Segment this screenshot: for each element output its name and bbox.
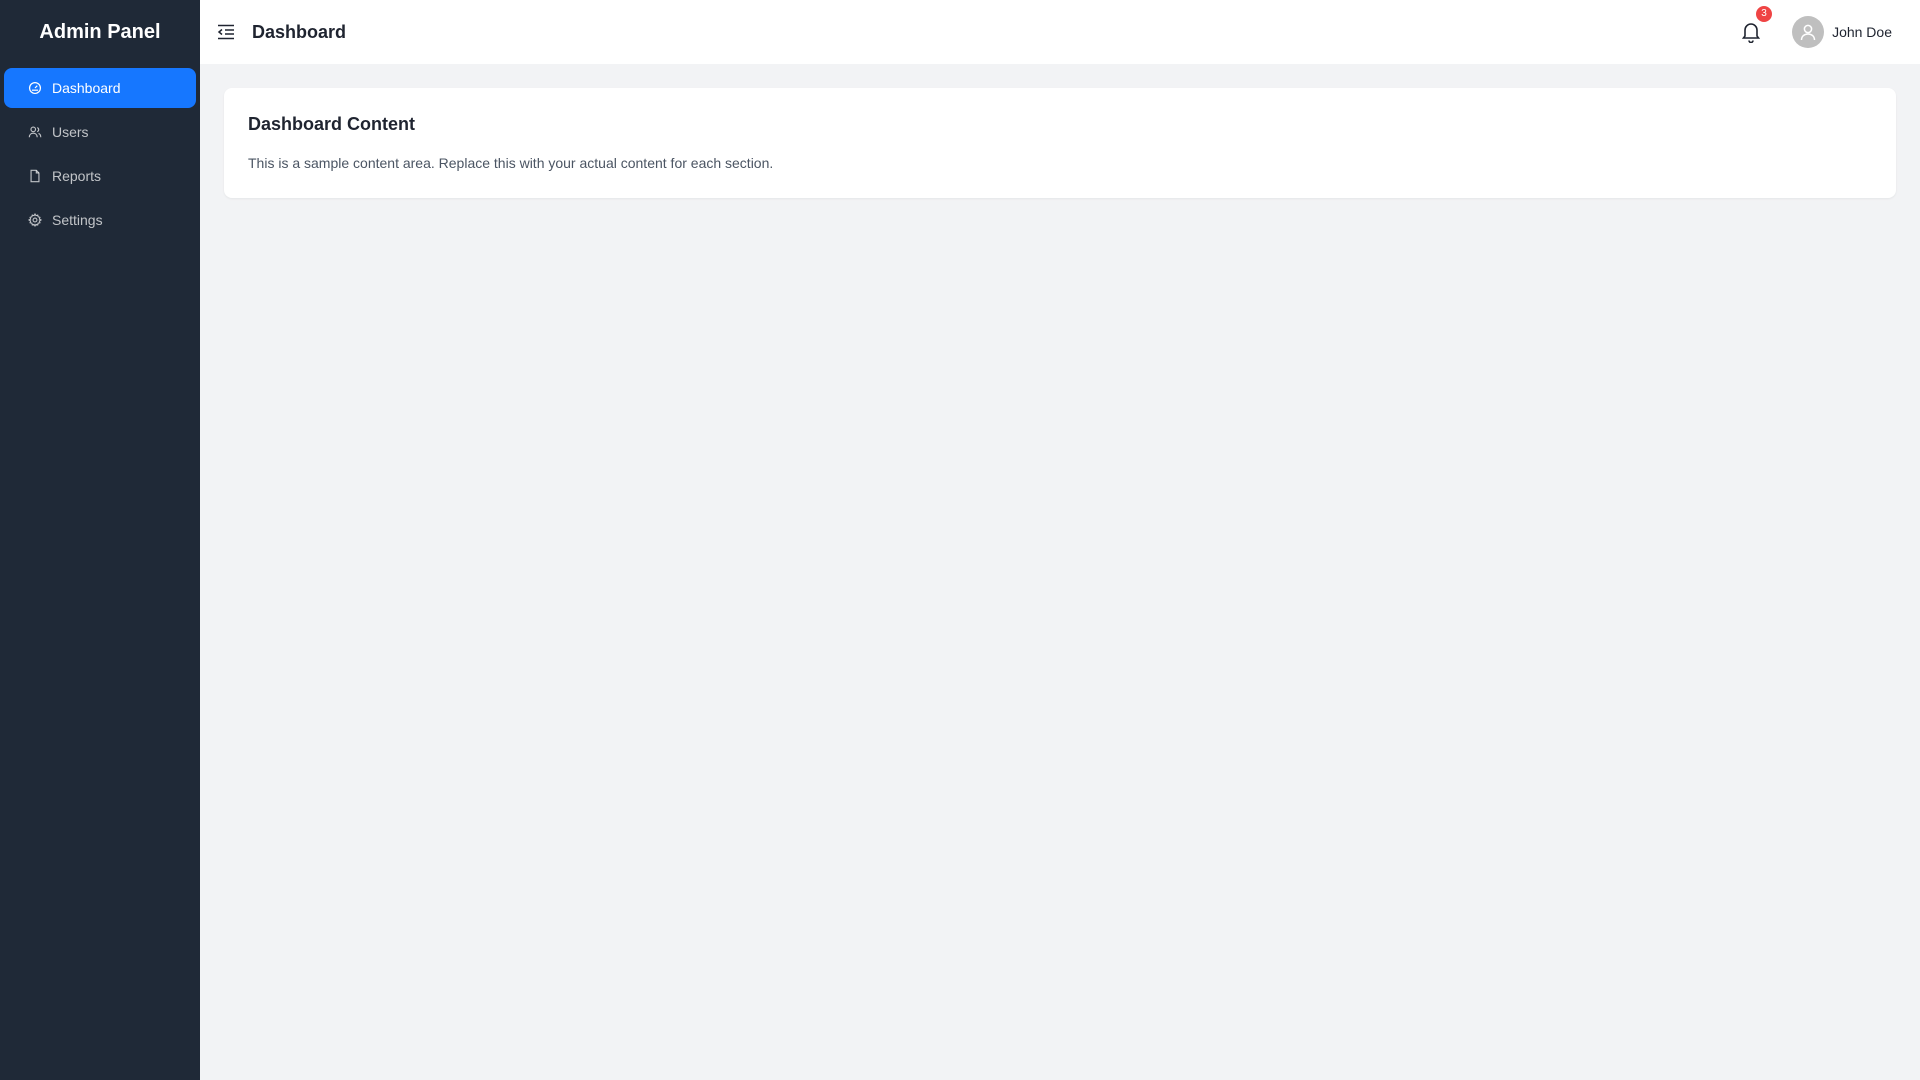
users-icon xyxy=(28,125,42,139)
page-title: Dashboard xyxy=(252,21,347,42)
user-icon xyxy=(1800,24,1816,41)
gear-icon xyxy=(28,213,42,227)
notifications-button[interactable]: 3 xyxy=(1740,6,1773,43)
card-text: This is a sample content area. Replace t… xyxy=(248,155,774,171)
content-area: Dashboard Content This is a sample conte… xyxy=(200,64,1920,222)
sidebar-item-label: Settings xyxy=(52,212,103,228)
content-card: Dashboard Content This is a sample conte… xyxy=(224,88,1896,198)
sidebar-item-settings[interactable]: Settings xyxy=(4,200,196,240)
avatar xyxy=(1792,16,1825,48)
sidebar-item-label: Dashboard xyxy=(52,80,121,96)
menu-fold-icon[interactable] xyxy=(216,22,236,42)
sidebar-item-label: Reports xyxy=(52,168,102,184)
dashboard-icon xyxy=(28,81,42,95)
top-header: Dashboard 3 John Doe xyxy=(200,0,1920,64)
sidebar-menu: Dashboard Users Reports Settings xyxy=(0,64,200,240)
notification-badge: 3 xyxy=(1756,6,1773,22)
brand-title: Admin Panel xyxy=(39,20,161,43)
card-title: Dashboard Content xyxy=(248,114,416,134)
bell-icon xyxy=(1741,23,1761,43)
file-icon xyxy=(28,169,42,183)
sidebar-item-reports[interactable]: Reports xyxy=(4,156,196,196)
user-name: John Doe xyxy=(1832,24,1892,40)
app-root: Admin Panel Dashboard Users Reports Sett… xyxy=(0,0,1920,1080)
sidebar: Admin Panel Dashboard Users Reports Sett… xyxy=(0,0,200,1080)
sidebar-item-label: Users xyxy=(52,124,89,140)
user-menu[interactable]: John Doe xyxy=(1792,16,1892,48)
sidebar-item-dashboard[interactable]: Dashboard xyxy=(4,68,196,108)
sidebar-item-users[interactable]: Users xyxy=(4,112,196,152)
main-area: Dashboard 3 John Doe Dashboard Content T… xyxy=(200,0,1920,1080)
